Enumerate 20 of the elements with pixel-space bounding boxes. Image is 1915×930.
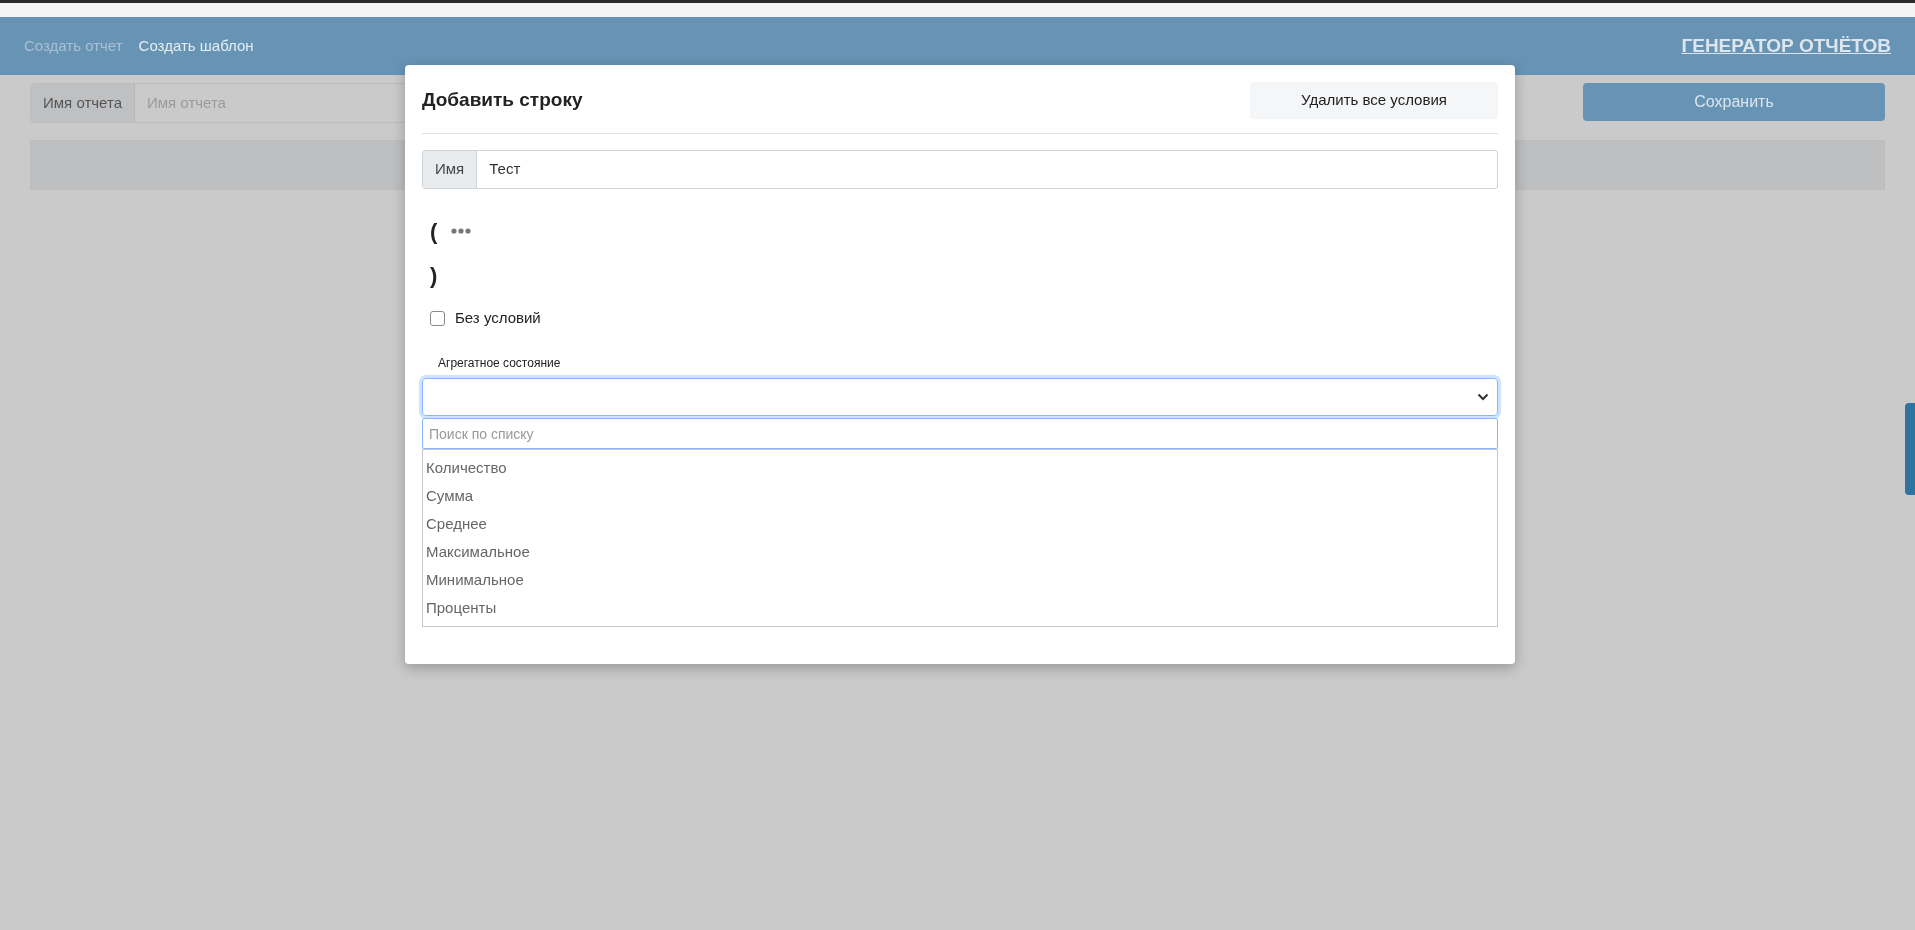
list-option[interactable]: Проценты — [423, 594, 1497, 622]
more-icon[interactable] — [451, 228, 472, 234]
list-option[interactable]: Среднее — [423, 510, 1497, 538]
close-parenthesis: ) — [430, 261, 438, 290]
name-group[interactable]: Имя Тест — [422, 150, 1498, 189]
checkbox-label: Без условий — [455, 307, 541, 328]
list-option[interactable]: Минимальное — [423, 566, 1497, 594]
field-label: Имя — [423, 151, 478, 188]
chevron-down-icon — [1477, 393, 1489, 401]
aggregate-select[interactable] — [422, 378, 1498, 416]
field-label: Агрегатное состояние — [437, 355, 561, 371]
list-option[interactable]: Сумма — [423, 482, 1497, 510]
input-field[interactable]: Тест — [477, 151, 1497, 188]
field-label: Имя отчета — [31, 84, 135, 122]
checkbox[interactable] — [430, 310, 445, 326]
open-parenthesis: ( — [430, 217, 438, 246]
delete-conditions-button[interactable]: Удалить все условия — [1250, 81, 1498, 119]
list-option[interactable]: Максимальное — [423, 538, 1497, 566]
list-option[interactable]: Количество — [423, 454, 1497, 482]
search-field[interactable]: Поиск по списку — [422, 418, 1498, 449]
